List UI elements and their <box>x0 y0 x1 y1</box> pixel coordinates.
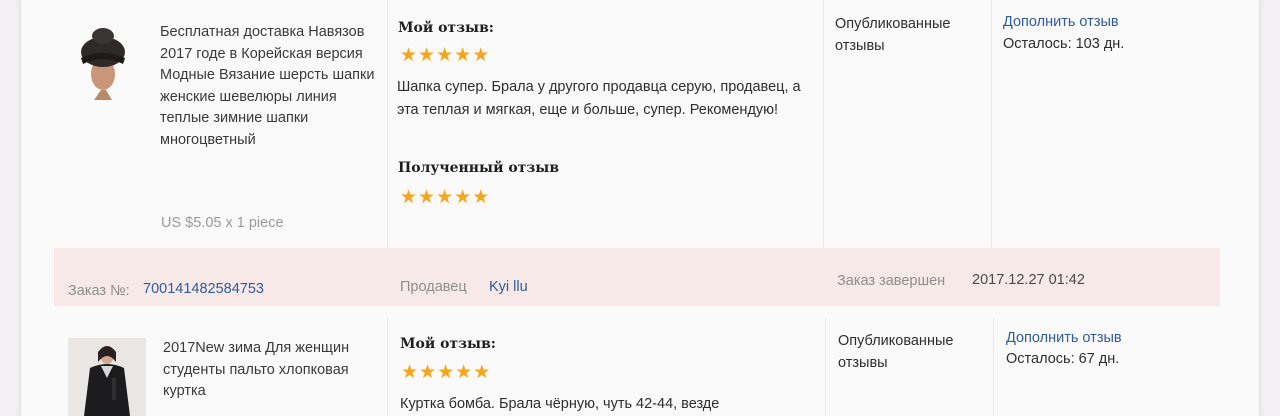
star-icon: ★ <box>437 362 455 383</box>
received-feedback-title: Полученный отзыв <box>398 160 560 176</box>
star-icon: ★ <box>400 187 418 208</box>
order-number-label: Заказ №: <box>68 283 130 299</box>
product-price: US $5.05 x 1 piece <box>161 215 284 231</box>
order-number-link[interactable]: 700141482584753 <box>143 281 264 297</box>
star-icon: ★ <box>418 45 436 66</box>
star-icon: ★ <box>472 45 490 66</box>
remaining-days: Осталось: 103 дн. <box>1003 36 1125 52</box>
add-feedback-link[interactable]: Дополнить отзыв <box>1006 330 1122 346</box>
order-completed-label: Заказ завершен <box>837 273 946 289</box>
my-feedback-title: Мой отзыв: <box>400 336 496 352</box>
star-icon: ★ <box>454 45 472 66</box>
star-icon: ★ <box>436 45 454 66</box>
my-rating-stars: ★ ★ ★ ★ ★ <box>400 46 489 65</box>
my-rating-stars: ★ ★ ★ ★ ★ <box>401 363 490 382</box>
star-icon: ★ <box>473 362 491 383</box>
column-divider <box>823 0 824 250</box>
star-icon: ★ <box>418 187 436 208</box>
column-divider <box>991 0 992 250</box>
star-icon: ★ <box>436 187 454 208</box>
add-feedback-link[interactable]: Дополнить отзыв <box>1003 14 1119 30</box>
product-thumbnail[interactable] <box>72 24 134 100</box>
star-icon: ★ <box>419 362 437 383</box>
star-icon: ★ <box>454 187 472 208</box>
received-rating-stars: ★ ★ ★ ★ ★ <box>400 188 489 207</box>
feedback-status: Опубликованные отзывы <box>835 16 951 54</box>
product-title[interactable]: 2017New зима Для женщин студенты пальто … <box>163 338 378 403</box>
seller-label: Продавец <box>400 279 467 295</box>
column-divider <box>387 318 388 416</box>
product-title[interactable]: Бесплатная доставка Навязов 2017 годе в … <box>160 22 375 151</box>
star-icon: ★ <box>472 187 490 208</box>
column-divider <box>387 0 388 250</box>
column-divider <box>825 318 826 416</box>
star-icon: ★ <box>401 362 419 383</box>
remaining-days: Осталось: 67 дн. <box>1006 351 1120 367</box>
feedback-status: Опубликованные отзывы <box>838 333 954 371</box>
order-completed-date: 2017.12.27 01:42 <box>972 272 1085 288</box>
star-icon: ★ <box>455 362 473 383</box>
column-divider <box>993 318 994 416</box>
my-feedback-text: Шапка супер. Брала у другого продавца се… <box>397 79 801 118</box>
product-image-hat <box>72 24 134 100</box>
seller-link[interactable]: Kyi llu <box>489 279 528 295</box>
product-image-jacket <box>68 338 146 416</box>
product-thumbnail[interactable] <box>68 338 146 416</box>
my-feedback-text: Куртка бомба. Брала чёрную, чуть 42-44, … <box>400 396 720 412</box>
star-icon: ★ <box>400 45 418 66</box>
my-feedback-title: Мой отзыв: <box>398 20 494 36</box>
